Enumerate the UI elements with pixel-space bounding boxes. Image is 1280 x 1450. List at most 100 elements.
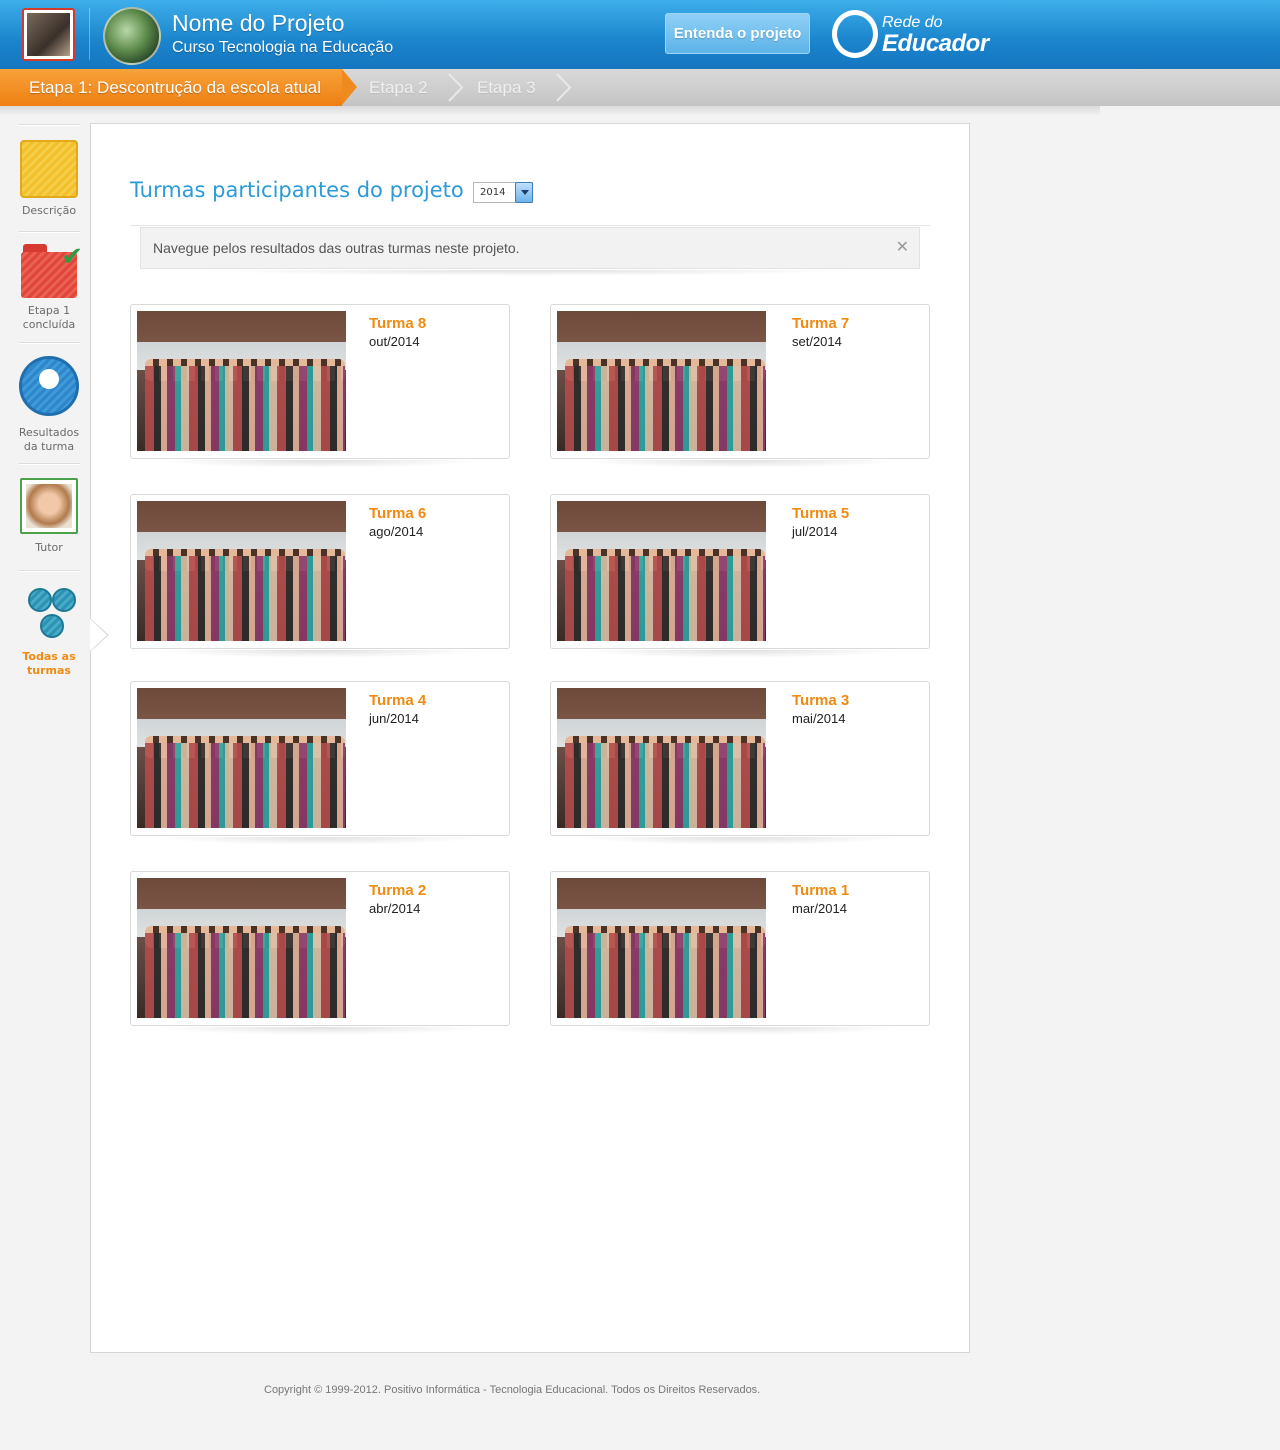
turma-name[interactable]: Turma 7	[792, 315, 849, 332]
turma-name[interactable]: Turma 5	[792, 505, 849, 522]
all-groups-icon	[20, 588, 78, 644]
rede-do-educador-logo[interactable]: Rede do Educador	[830, 8, 989, 60]
notice-shadow	[201, 270, 861, 276]
avatar-photo	[27, 13, 70, 56]
sidebar-divider	[19, 124, 80, 126]
photo-crowd	[145, 556, 345, 641]
year-select[interactable]: 2014	[473, 182, 533, 203]
turma-name[interactable]: Turma 3	[792, 692, 849, 709]
sidebar-divider	[19, 570, 80, 572]
turma-photo[interactable]	[137, 311, 346, 451]
sidebar-item-label: da turma	[23, 440, 75, 453]
turma-photo[interactable]	[557, 878, 766, 1018]
tutor-photo-icon	[20, 478, 78, 534]
understand-project-button[interactable]: Entenda o projeto	[665, 13, 810, 54]
card-shadow	[575, 1027, 905, 1035]
photo-crowd	[565, 366, 765, 451]
header-divider	[89, 8, 90, 60]
step-arrow-icon	[342, 69, 357, 105]
step-2[interactable]: Etapa 2	[369, 69, 428, 106]
sidebar-item-label: turmas	[27, 664, 71, 677]
turma-date: mai/2014	[792, 711, 846, 726]
turma-date: mar/2014	[792, 901, 847, 916]
photo-crowd	[565, 933, 765, 1018]
sidebar-item-tutor[interactable]: Tutor	[14, 478, 84, 555]
card-shadow	[155, 1027, 485, 1035]
logo-text-bottom: Educador	[882, 30, 989, 57]
turma-name[interactable]: Turma 6	[369, 505, 426, 522]
turma-date: ago/2014	[369, 524, 424, 539]
notice-text: Navegue pelos resultados das outras turm…	[153, 240, 520, 256]
user-avatar[interactable]	[22, 8, 75, 61]
photo-crowd	[145, 933, 345, 1018]
sidebar-item-label: Todas as	[22, 650, 76, 663]
footer-copyright: Copyright © 1999-2012. Positivo Informát…	[264, 1384, 761, 1396]
sidebar-item-resultados[interactable]: Resultados da turma	[14, 356, 84, 454]
turma-card[interactable]: Turma 7 set/2014	[550, 304, 930, 459]
turma-name[interactable]: Turma 4	[369, 692, 426, 709]
sidebar-item-etapa-concluida[interactable]: ✔ Etapa 1 concluída	[14, 242, 84, 332]
turma-card[interactable]: Turma 4 jun/2014	[130, 681, 510, 836]
page-title: Turmas participantes do projeto	[130, 178, 464, 202]
year-select-value: 2014	[480, 187, 506, 198]
turma-name[interactable]: Turma 2	[369, 882, 426, 899]
step-1-active[interactable]: Etapa 1: Descontrução da escola atual	[0, 69, 342, 106]
tutor-face	[26, 484, 72, 528]
folder-check-icon: ✔	[19, 242, 83, 298]
card-shadow	[575, 650, 905, 658]
sidebar-item-descricao[interactable]: Descrição	[14, 140, 84, 218]
chevron-right-icon	[448, 73, 464, 102]
turma-card[interactable]: Turma 6 ago/2014	[130, 494, 510, 649]
sidebar-item-todas-turmas[interactable]: Todas as turmas	[14, 588, 84, 678]
photo-crowd	[565, 743, 765, 828]
sidebar-divider	[19, 463, 80, 465]
turma-photo[interactable]	[137, 688, 346, 828]
chevron-down-icon[interactable]	[515, 182, 533, 203]
sidebar-item-label: Resultados	[18, 426, 80, 439]
steps-bar: Etapa 1: Descontrução da escola atual Et…	[0, 69, 1280, 106]
photo-crowd	[145, 743, 345, 828]
turma-photo[interactable]	[557, 311, 766, 451]
chevron-right-icon	[556, 73, 572, 102]
turma-photo[interactable]	[557, 501, 766, 641]
logo-mark-icon	[832, 10, 878, 58]
turma-card[interactable]: Turma 8 out/2014	[130, 304, 510, 459]
turma-date: jul/2014	[792, 524, 838, 539]
sidebar-divider	[19, 342, 80, 344]
turma-date: jun/2014	[369, 711, 419, 726]
sidebar-item-label: Descrição	[21, 204, 77, 217]
turma-card[interactable]: Turma 2 abr/2014	[130, 871, 510, 1026]
group-person	[52, 588, 76, 612]
project-subtitle: Curso Tecnologia na Educação	[172, 39, 394, 56]
active-pointer-inner	[90, 619, 107, 651]
info-notice: Navegue pelos resultados das outras turm…	[140, 227, 920, 269]
title-divider	[130, 225, 930, 226]
card-shadow	[155, 650, 485, 658]
card-shadow	[155, 460, 485, 468]
turma-name[interactable]: Turma 1	[792, 882, 849, 899]
turma-date: set/2014	[792, 334, 842, 349]
turma-card[interactable]: Turma 5 jul/2014	[550, 494, 930, 649]
photo-crowd	[145, 366, 345, 451]
turma-photo[interactable]	[137, 501, 346, 641]
checkmark-icon: ✔	[61, 242, 83, 272]
project-globe-icon	[103, 7, 161, 65]
project-title: Nome do Projeto	[172, 10, 345, 36]
group-person	[40, 614, 64, 638]
turma-date: out/2014	[369, 334, 420, 349]
sidebar-item-label: Tutor	[35, 541, 63, 554]
turma-card[interactable]: Turma 3 mai/2014	[550, 681, 930, 836]
card-shadow	[155, 837, 485, 845]
card-shadow	[575, 837, 905, 845]
user-group-icon	[19, 356, 79, 416]
turma-name[interactable]: Turma 8	[369, 315, 426, 332]
close-icon[interactable]: ✕	[896, 228, 909, 268]
turma-photo[interactable]	[137, 878, 346, 1018]
turma-photo[interactable]	[557, 688, 766, 828]
turma-card[interactable]: Turma 1 mar/2014	[550, 871, 930, 1026]
step-3[interactable]: Etapa 3	[477, 69, 536, 106]
steps-shadow	[0, 106, 1100, 116]
sidebar-divider	[19, 231, 80, 233]
card-shadow	[575, 460, 905, 468]
sidebar-item-label: Etapa 1	[27, 304, 71, 317]
